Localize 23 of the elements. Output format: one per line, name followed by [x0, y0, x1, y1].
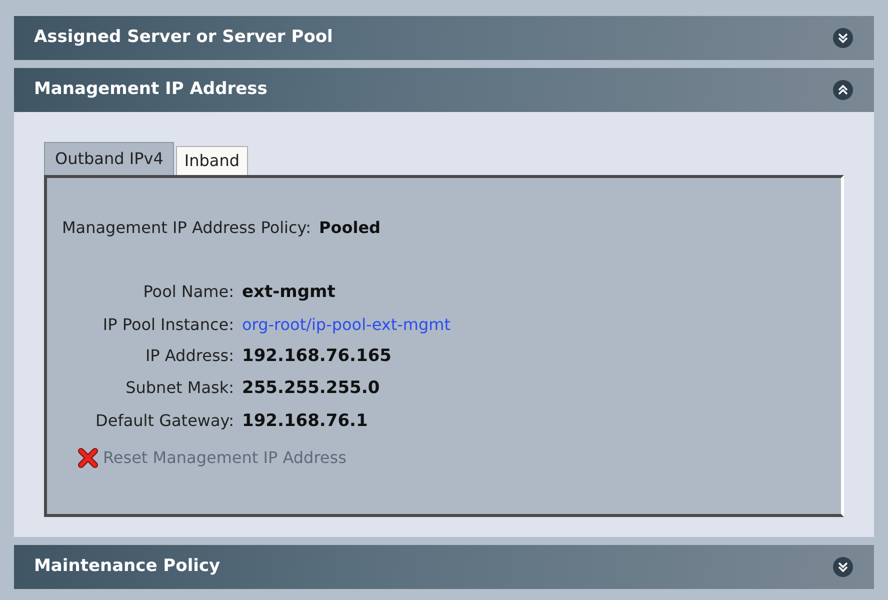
section-header[interactable]: Assigned Server or Server Pool — [14, 16, 874, 60]
expand-icon[interactable] — [832, 556, 854, 578]
section-title: Assigned Server or Server Pool — [34, 26, 333, 50]
field-value: 192.168.76.165 — [242, 344, 392, 368]
field-value: 255.255.255.0 — [242, 377, 381, 400]
field-label: Subnet Mask: — [124, 377, 234, 399]
section-header[interactable]: Management IP Address — [14, 68, 874, 112]
field-label: IP Address: — [144, 344, 234, 366]
tab[interactable]: Inband — [176, 146, 248, 175]
x-mark-icon — [77, 447, 99, 469]
field-label: IP Pool Instance: — [102, 314, 234, 336]
field-label: Pool Name: — [142, 281, 234, 303]
field-value: Pooled — [319, 217, 380, 239]
section-title: Management IP Address — [34, 78, 268, 102]
field-value: ext-mgmt — [242, 281, 336, 304]
field-value: 192.168.76.1 — [242, 410, 369, 432]
section-header[interactable]: Maintenance Policy — [14, 545, 874, 589]
section-title: Maintenance Policy — [34, 555, 220, 578]
collapse-icon[interactable] — [832, 79, 854, 101]
field-label: Default Gateway: — [94, 410, 234, 432]
tab[interactable]: Outband IPv4 — [44, 142, 174, 175]
expand-icon[interactable] — [832, 27, 854, 49]
field-label: Management IP Address Policy: — [62, 217, 311, 239]
